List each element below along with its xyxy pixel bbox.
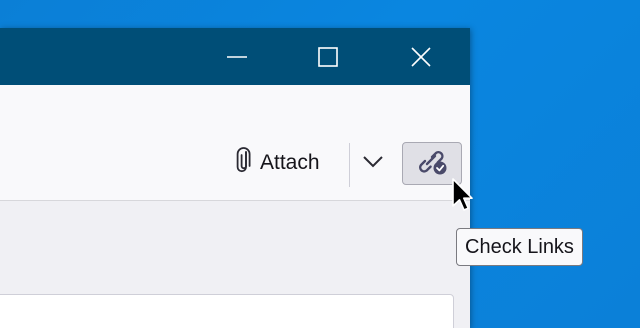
tooltip-text: Check Links	[465, 235, 574, 258]
maximize-icon	[317, 46, 339, 68]
maximize-button[interactable]	[305, 28, 351, 85]
attach-button[interactable]: Attach	[228, 145, 326, 181]
attach-dropdown-button[interactable]	[356, 147, 390, 181]
close-button[interactable]	[398, 28, 444, 85]
compose-area	[0, 201, 470, 328]
check-links-tooltip: Check Links	[456, 228, 583, 266]
app-window: Attach	[0, 28, 470, 328]
close-icon	[410, 46, 432, 68]
compose-toolbar: Attach	[0, 85, 470, 201]
chevron-down-icon	[362, 155, 384, 174]
minimize-button[interactable]	[214, 28, 260, 85]
title-bar[interactable]	[0, 28, 470, 85]
compose-field[interactable]	[0, 294, 454, 328]
check-links-button[interactable]	[402, 142, 462, 185]
attach-label: Attach	[260, 151, 320, 174]
link-check-icon	[414, 145, 450, 182]
paperclip-icon	[234, 146, 252, 181]
minimize-icon	[226, 46, 248, 68]
toolbar-separator	[349, 143, 350, 187]
